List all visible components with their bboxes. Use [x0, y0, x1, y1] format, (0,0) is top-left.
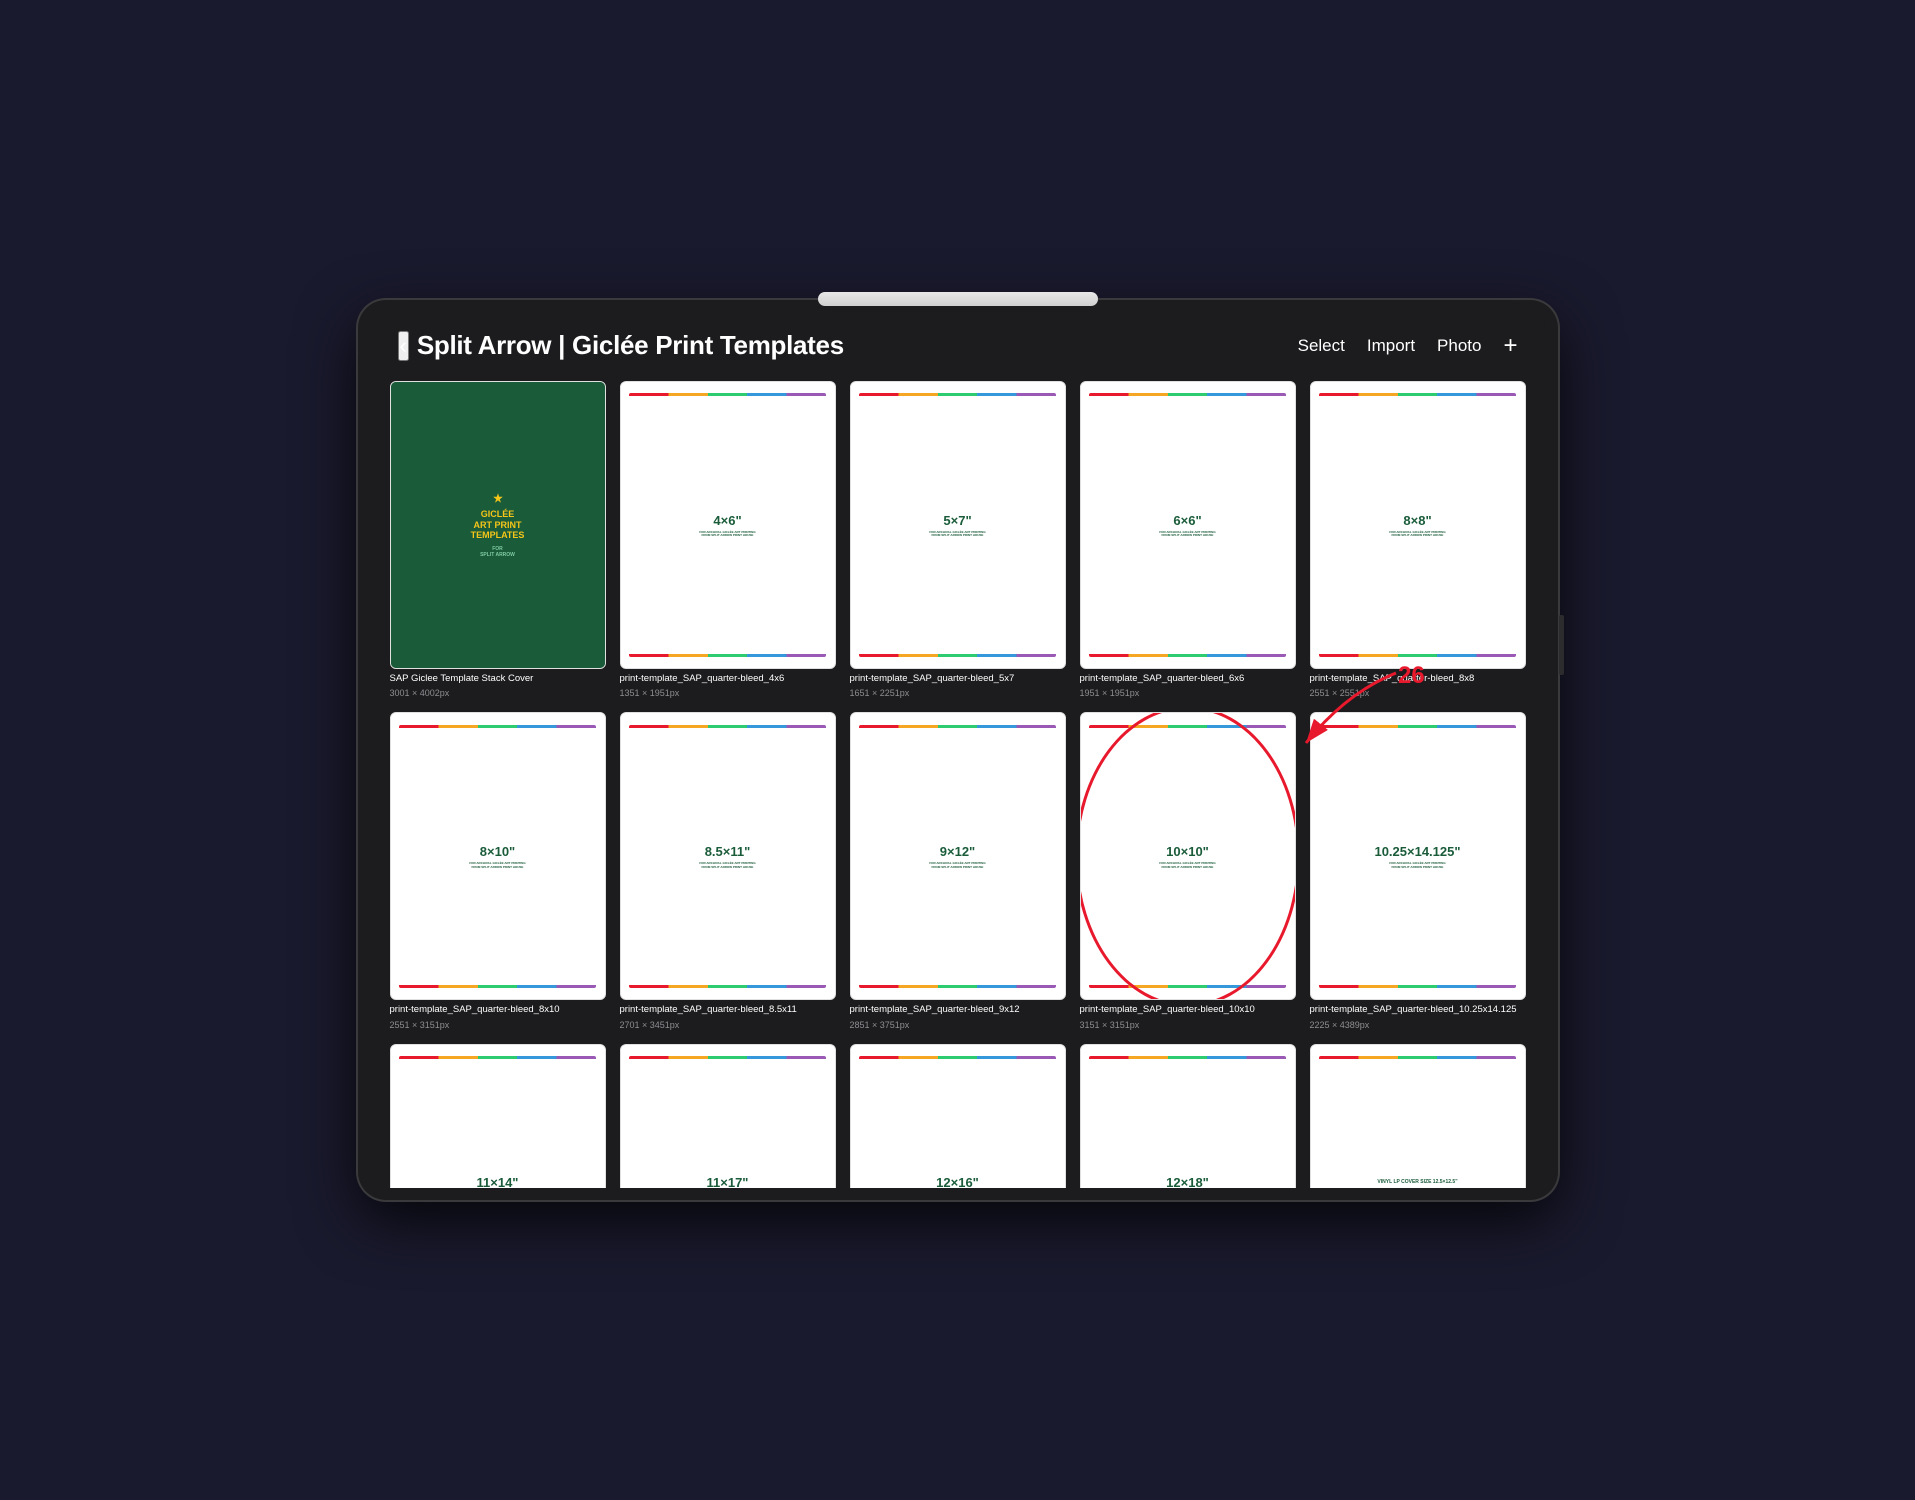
item-filename: print-template_SAP_quarter-bleed_8x10	[390, 1004, 606, 1015]
grid-item[interactable]: 8×10" FOR ARCHIVAL GICLÉE ART PRINTINGFR…	[390, 712, 606, 1029]
header: ‹ Split Arrow | Giclée Print Templates S…	[370, 312, 1546, 373]
thumbnail: 12×18" FOR ARCHIVAL GICLÉE ART PRINTINGF…	[1080, 1044, 1296, 1188]
thumbnail: 4×6" FOR ARCHIVAL GICLÉE ART PRINTINGFRO…	[620, 381, 836, 669]
grid-item[interactable]: VINYL LP COVER SIZE 12.5×12.5" FOR ARCHI…	[1310, 1044, 1526, 1188]
thumbnail: 10×10" FOR ARCHIVAL GICLÉE ART PRINTINGF…	[1080, 712, 1296, 1000]
grid-item[interactable]: 5×7" FOR ARCHIVAL GICLÉE ART PRINTINGFRO…	[850, 381, 1066, 698]
thumbnail: 11×14" FOR ARCHIVAL GICLÉE ART PRINTINGF…	[390, 1044, 606, 1188]
tablet-device: ‹ Split Arrow | Giclée Print Templates S…	[358, 300, 1558, 1200]
item-filename: print-template_SAP_quarter-bleed_10.25x1…	[1310, 1004, 1526, 1015]
grid-item[interactable]: 8.5×11" FOR ARCHIVAL GICLÉE ART PRINTING…	[620, 712, 836, 1029]
thumbnail: GICLÉEART PRINTTEMPLATES FORSPLIT ARROW	[390, 381, 606, 669]
thumbnail: 8×8" FOR ARCHIVAL GICLÉE ART PRINTINGFRO…	[1310, 381, 1526, 669]
thumbnail: 9×12" FOR ARCHIVAL GICLÉE ART PRINTINGFR…	[850, 712, 1066, 1000]
grid-item[interactable]: GICLÉEART PRINTTEMPLATES FORSPLIT ARROW …	[390, 381, 606, 698]
thumbnail: 6×6" FOR ARCHIVAL GICLÉE ART PRINTINGFRO…	[1080, 381, 1296, 669]
photo-button[interactable]: Photo	[1437, 336, 1481, 356]
thumbnail: 12×16" FOR ARCHIVAL GICLÉE ART PRINTINGF…	[850, 1044, 1066, 1188]
header-actions: Select Import Photo +	[1298, 332, 1518, 360]
thumbnail: 10.25×14.125" FOR ARCHIVAL GICLÉE ART PR…	[1310, 712, 1526, 1000]
grid-item[interactable]: 12×18" FOR ARCHIVAL GICLÉE ART PRINTINGF…	[1080, 1044, 1296, 1188]
thumbnail: 11×17" FOR ARCHIVAL GICLÉE ART PRINTINGF…	[620, 1044, 836, 1188]
side-button	[1559, 615, 1564, 675]
grid-item[interactable]: 10.25×14.125" FOR ARCHIVAL GICLÉE ART PR…	[1310, 712, 1526, 1029]
item-dimensions: 2551 × 3151px	[390, 1020, 606, 1030]
item-filename: print-template_SAP_quarter-bleed_9x12	[850, 1004, 1066, 1015]
item-dimensions: 1951 × 1951px	[1080, 688, 1296, 698]
files-grid: GICLÉEART PRINTTEMPLATES FORSPLIT ARROW …	[390, 381, 1526, 1188]
thumbnail: 8×10" FOR ARCHIVAL GICLÉE ART PRINTINGFR…	[390, 712, 606, 1000]
select-button[interactable]: Select	[1298, 336, 1345, 356]
import-button[interactable]: Import	[1367, 336, 1415, 356]
item-filename: SAP Giclee Template Stack Cover	[390, 673, 606, 684]
thumbnail: 8.5×11" FOR ARCHIVAL GICLÉE ART PRINTING…	[620, 712, 836, 1000]
grid-item[interactable]: 11×17" FOR ARCHIVAL GICLÉE ART PRINTINGF…	[620, 1044, 836, 1188]
grid-item[interactable]: 6×6" FOR ARCHIVAL GICLÉE ART PRINTINGFRO…	[1080, 381, 1296, 698]
item-dimensions: 3151 × 3151px	[1080, 1020, 1296, 1030]
grid-item[interactable]: 9×12" FOR ARCHIVAL GICLÉE ART PRINTINGFR…	[850, 712, 1066, 1029]
item-dimensions: 1651 × 2251px	[850, 688, 1066, 698]
back-button[interactable]: ‹	[398, 331, 409, 361]
thumbnail: 5×7" FOR ARCHIVAL GICLÉE ART PRINTINGFRO…	[850, 381, 1066, 669]
add-button[interactable]: +	[1503, 332, 1517, 360]
files-grid-container[interactable]: GICLÉEART PRINTTEMPLATES FORSPLIT ARROW …	[370, 373, 1546, 1188]
apple-pencil	[818, 292, 1098, 306]
grid-item[interactable]: 11×14" FOR ARCHIVAL GICLÉE ART PRINTINGF…	[390, 1044, 606, 1188]
tablet-screen: ‹ Split Arrow | Giclée Print Templates S…	[370, 312, 1546, 1188]
item-dimensions: 2551 × 2551px	[1310, 688, 1526, 698]
item-dimensions: 3001 × 4002px	[390, 688, 606, 698]
item-filename: print-template_SAP_quarter-bleed_4x6	[620, 673, 836, 684]
item-dimensions: 2851 × 3751px	[850, 1020, 1066, 1030]
grid-item[interactable]: 8×8" FOR ARCHIVAL GICLÉE ART PRINTINGFRO…	[1310, 381, 1526, 698]
item-filename: print-template_SAP_quarter-bleed_10x10	[1080, 1004, 1296, 1015]
grid-item[interactable]: 4×6" FOR ARCHIVAL GICLÉE ART PRINTINGFRO…	[620, 381, 836, 698]
grid-item[interactable]: 12×16" FOR ARCHIVAL GICLÉE ART PRINTINGF…	[850, 1044, 1066, 1188]
thumbnail: VINYL LP COVER SIZE 12.5×12.5" FOR ARCHI…	[1310, 1044, 1526, 1188]
grid-item[interactable]: 10×10" FOR ARCHIVAL GICLÉE ART PRINTINGF…	[1080, 712, 1296, 1029]
item-dimensions: 1351 × 1951px	[620, 688, 836, 698]
page-title: Split Arrow | Giclée Print Templates	[417, 330, 844, 361]
item-filename: print-template_SAP_quarter-bleed_8x8	[1310, 673, 1526, 684]
item-dimensions: 2225 × 4389px	[1310, 1020, 1526, 1030]
item-filename: print-template_SAP_quarter-bleed_5x7	[850, 673, 1066, 684]
item-filename: print-template_SAP_quarter-bleed_8.5x11	[620, 1004, 836, 1015]
header-left: ‹ Split Arrow | Giclée Print Templates	[398, 330, 844, 361]
item-filename: print-template_SAP_quarter-bleed_6x6	[1080, 673, 1296, 684]
item-dimensions: 2701 × 3451px	[620, 1020, 836, 1030]
